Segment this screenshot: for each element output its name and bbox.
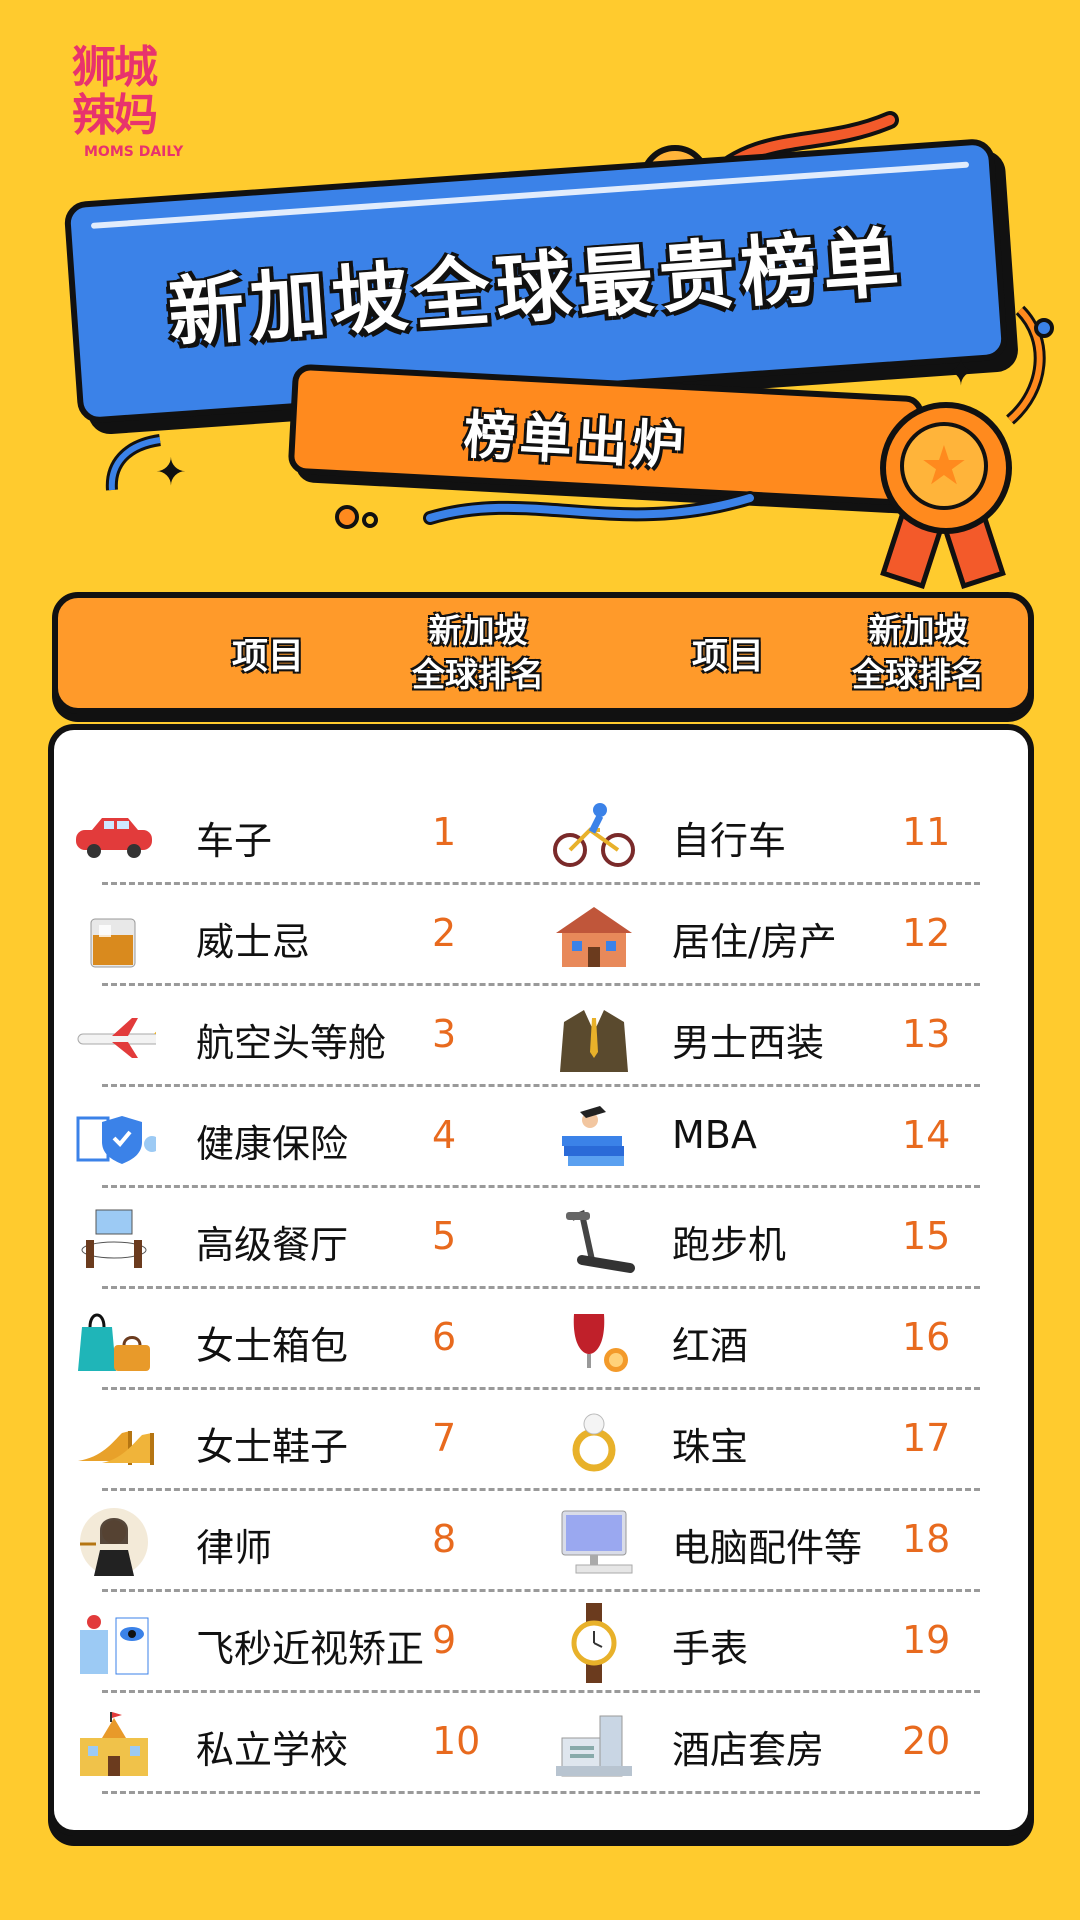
rank-value-right: 16 [902, 1315, 951, 1359]
swoosh-icon [1005, 305, 1046, 425]
item-name-right: 珠宝 [672, 1425, 749, 1469]
item-name-right: 跑步机 [672, 1223, 787, 1267]
table-row: 车子 1 自行车 11 [54, 784, 1028, 885]
medal-icon: ★ [880, 402, 1012, 534]
airplane-icon [72, 1002, 156, 1072]
dot-icon [362, 512, 378, 528]
table-row: 飞秒近视矫正 9 手表 19 [54, 1592, 1028, 1693]
rank-value-left: 1 [432, 810, 457, 854]
swoosh-icon [105, 434, 162, 491]
header-rank-line2: 全球排名 [852, 655, 984, 694]
rank-value-left: 5 [432, 1214, 457, 1258]
header-rank-line2: 全球排名 [412, 655, 544, 694]
item-name-left: 律师 [196, 1526, 273, 1570]
item-name-left: 威士忌 [196, 920, 311, 964]
ring-icon [552, 1406, 636, 1476]
logo-line1: 狮城 [72, 42, 158, 93]
computer-icon [552, 1507, 636, 1577]
dot-icon [335, 505, 359, 529]
item-name-right: 男士西装 [672, 1021, 825, 1065]
item-name-left: 航空头等舱 [196, 1021, 387, 1065]
header-rank-col-left: 新加坡 全球排名 [368, 598, 588, 708]
page-subtitle: 榜单出炉 [462, 405, 690, 478]
rank-value-left: 8 [432, 1517, 457, 1561]
hotel-icon [552, 1709, 636, 1779]
item-name-left: 女士箱包 [196, 1324, 349, 1368]
rank-value-right: 12 [902, 911, 951, 955]
restaurant-icon [72, 1204, 156, 1274]
header-item-col-left: 项目 [231, 636, 304, 677]
item-name-left: 健康保险 [196, 1122, 349, 1166]
logo-subtext: MOMS DAILY [84, 144, 184, 160]
insurance-icon [72, 1103, 156, 1173]
suit-icon [552, 1002, 636, 1072]
wine-icon [552, 1305, 636, 1375]
rank-value-left: 2 [432, 911, 457, 955]
rank-value-left: 6 [432, 1315, 457, 1359]
table-row: 高级餐厅 5 跑步机 15 [54, 1188, 1028, 1289]
item-name-left: 车子 [196, 819, 273, 863]
rank-value-right: 11 [902, 810, 951, 854]
rank-value-right: 20 [902, 1719, 951, 1763]
school-icon [72, 1709, 156, 1779]
watch-icon [552, 1603, 636, 1683]
table-row: 律师 8 电脑配件等 18 [54, 1491, 1028, 1592]
item-name-right: 红酒 [672, 1324, 749, 1368]
item-name-right: 自行车 [672, 819, 787, 863]
header-item-col-right: 项目 [691, 636, 764, 677]
header-rank-line1: 新加坡 [868, 611, 968, 650]
rank-value-left: 9 [432, 1618, 457, 1662]
rank-value-right: 14 [902, 1113, 951, 1157]
rank-value-left: 7 [432, 1416, 457, 1460]
rank-value-left: 3 [432, 1012, 457, 1056]
rank-value-right: 15 [902, 1214, 951, 1258]
eye-clinic-icon [72, 1608, 156, 1678]
car-icon [72, 800, 156, 870]
streamer-icon [423, 491, 757, 525]
rank-value-right: 19 [902, 1618, 951, 1662]
table-row: 航空头等舱 3 男士西装 13 [54, 986, 1028, 1087]
treadmill-icon [552, 1204, 636, 1274]
item-name-right: 手表 [672, 1627, 749, 1671]
rank-value-left: 10 [432, 1719, 481, 1763]
item-name-left: 高级餐厅 [196, 1223, 349, 1267]
table-header: 项目 新加坡 全球排名 项目 新加坡 全球排名 [52, 592, 1034, 714]
brand-logo: 狮城 辣妈 MOMS DAILY [72, 42, 192, 161]
rank-value-left: 4 [432, 1113, 457, 1157]
item-name-right: 电脑配件等 [672, 1526, 863, 1570]
sparkle-icon: ✦ [945, 350, 977, 394]
item-name-right: MBA [672, 1113, 757, 1157]
table-row: 女士鞋子 7 珠宝 17 [54, 1390, 1028, 1491]
graduation-icon [552, 1103, 636, 1173]
item-name-right: 酒店套房 [672, 1728, 825, 1772]
dot-icon [1034, 318, 1054, 338]
header-rank-line1: 新加坡 [428, 611, 528, 650]
logo-line2: 辣妈 [72, 90, 158, 141]
item-name-left: 私立学校 [196, 1728, 349, 1772]
item-name-left: 女士鞋子 [196, 1425, 349, 1469]
ranking-table: 车子 1 自行车 11 威士忌 2 居住/房产 12 航空头等舱 3 男士西装 13 健康保险 4 MBA 1… [48, 724, 1034, 1836]
rank-value-right: 17 [902, 1416, 951, 1460]
item-name-left: 飞秒近视矫正 [196, 1627, 425, 1671]
table-row: 健康保险 4 MBA 14 [54, 1087, 1028, 1188]
rank-value-right: 18 [902, 1517, 951, 1561]
table-row: 威士忌 2 居住/房产 12 [54, 885, 1028, 986]
table-row: 女士箱包 6 红酒 16 [54, 1289, 1028, 1390]
whisky-icon [72, 901, 156, 971]
lawyer-icon [72, 1507, 156, 1577]
cyclist-icon [552, 800, 636, 870]
star-icon: ★ [900, 422, 988, 510]
heels-icon [72, 1406, 156, 1476]
item-name-right: 居住/房产 [672, 920, 837, 964]
table-row: 私立学校 10 酒店套房 20 [54, 1693, 1028, 1794]
row-divider [102, 1791, 980, 1794]
handbag-icon [72, 1305, 156, 1375]
rank-value-right: 13 [902, 1012, 951, 1056]
header-rank-col-right: 新加坡 全球排名 [808, 598, 1028, 708]
house-icon [552, 901, 636, 971]
